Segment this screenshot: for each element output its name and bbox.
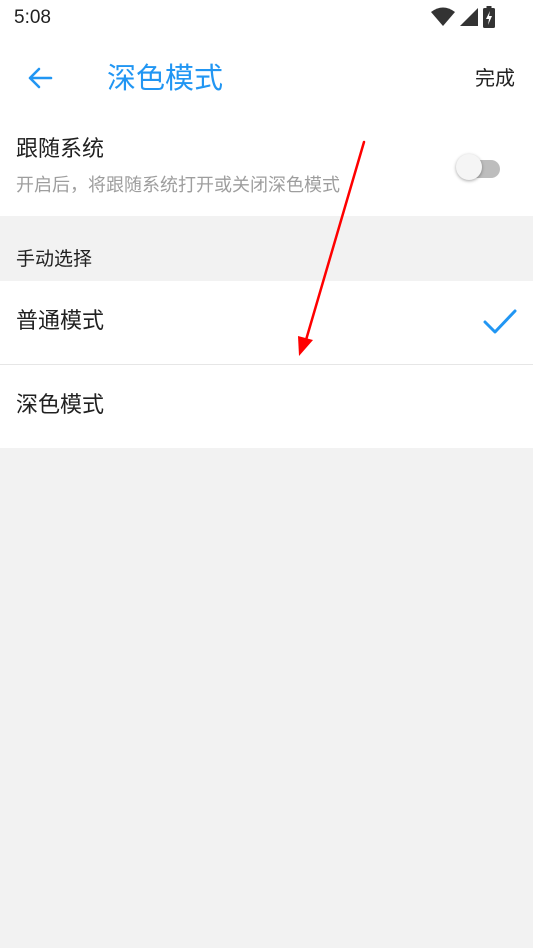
option-normal-mode[interactable]: 普通模式 <box>0 281 533 365</box>
follow-system-title: 跟随系统 <box>16 137 105 162</box>
battery-charging-icon <box>483 6 495 28</box>
follow-system-toggle[interactable] <box>456 152 502 182</box>
checkmark-icon <box>483 309 517 334</box>
follow-system-row[interactable]: 跟随系统 开启后，将跟随系统打开或关闭深色模式 <box>0 118 533 216</box>
wifi-icon <box>431 7 455 26</box>
cellular-signal-icon <box>460 8 478 26</box>
option-dark-mode[interactable]: 深色模式 <box>0 365 533 448</box>
arrow-back-icon <box>28 67 53 89</box>
follow-system-subtitle: 开启后，将跟随系统打开或关闭深色模式 <box>16 175 340 196</box>
done-button[interactable]: 完成 <box>475 63 515 93</box>
app-bar: 深色模式 完成 <box>0 36 533 118</box>
toggle-thumb <box>456 154 482 180</box>
status-time: 5:08 <box>14 7 51 28</box>
status-bar: 5:08 <box>0 0 533 36</box>
status-icons <box>431 6 495 28</box>
back-button[interactable] <box>18 56 62 100</box>
manual-select-header: 手动选择 <box>16 248 93 270</box>
option-label: 普通模式 <box>16 309 105 334</box>
option-label: 深色模式 <box>16 393 105 418</box>
page-title: 深色模式 <box>107 61 224 95</box>
